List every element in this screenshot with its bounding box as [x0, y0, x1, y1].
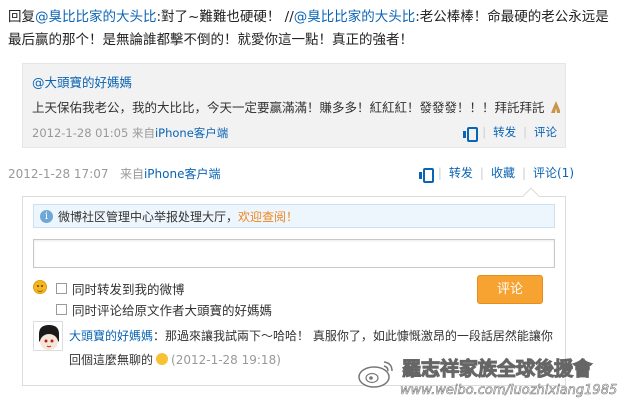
post-timestamp-link[interactable]: 2012-1-28 17:07: [8, 167, 109, 181]
emoticon-picker-icon[interactable]: [33, 280, 47, 294]
forward-option-label: 同时转发到我的微博: [72, 282, 185, 297]
like-icon[interactable]: [418, 167, 434, 183]
reply-prefix: 回复: [8, 9, 35, 25]
separator: |: [479, 165, 484, 180]
notice-text: 微博社区管理中心举报处理大厅，: [58, 209, 239, 224]
quoted-text: 上天保佑我老公，我的大比比，今天一定要赢滿滿！賺多多！紅紅紅！發發發！！！拜託拜…: [32, 97, 560, 116]
emoticon-icon: [156, 353, 169, 365]
watermark-url: www.weibo.com/luozhixiang1985: [400, 383, 618, 399]
comment-input[interactable]: [33, 239, 555, 268]
post-meta: 2012-1-28 17:07 来自iPhone客户端: [8, 165, 220, 182]
avatar-image: [34, 322, 62, 350]
separator: |: [523, 125, 527, 139]
notice-link[interactable]: 欢迎查阅！: [238, 208, 298, 225]
separator: |: [437, 165, 442, 180]
post-text: 回复@臭比比家的大头比:對了~難難也硬硬！ //@臭比比家的大头比:老公棒棒！命…: [8, 6, 614, 52]
quoted-timestamp-link[interactable]: 2012-1-28 01:05: [32, 126, 128, 140]
comment-link[interactable]: 评论(1): [533, 164, 574, 181]
post-source-prefix: 来自: [119, 167, 144, 181]
forward-option[interactable]: 同时转发到我的微博: [56, 279, 185, 298]
forward-link[interactable]: 转发: [449, 164, 473, 181]
comment-author-checkbox[interactable]: [56, 304, 67, 315]
comment-author-option[interactable]: 同时评论给原文作者 大頭寶的好媽媽: [56, 300, 272, 319]
like-icon[interactable]: [463, 126, 479, 142]
panel-pointer: [522, 187, 540, 205]
separator: |: [482, 125, 487, 139]
quoted-forward-link[interactable]: 转发: [493, 124, 516, 140]
quoted-source-prefix: 来自: [131, 126, 155, 140]
comment-author-option-label: 同时评论给原文作者: [72, 303, 185, 318]
post-source-link[interactable]: iPhone客户端: [144, 167, 221, 181]
separator: |: [521, 165, 526, 180]
watermark: 羅志祥家族全球後援會 www.weibo.com/luozhixiang1985: [350, 352, 618, 404]
post-text-part1: :對了~難難也硬硬！ //: [156, 9, 294, 25]
quoted-author-link[interactable]: @大頭寶的好媽媽: [32, 72, 132, 91]
quoted-actions: | 转发 | 评论: [463, 124, 557, 142]
mention-link[interactable]: @臭比比家的大头比: [35, 9, 157, 25]
quoted-comment-link[interactable]: 评论: [534, 124, 557, 140]
info-icon: i: [40, 209, 53, 223]
notice-bar: i 微博社区管理中心举报处理大厅， 欢迎查阅！: [33, 204, 555, 228]
post-actions: | 转发 | 收藏 | 评论(1): [418, 164, 574, 183]
mention-link[interactable]: @臭比比家的大头比: [294, 9, 416, 25]
forward-checkbox[interactable]: [56, 283, 67, 294]
quoted-meta: 2012-1-28 01:05 来自iPhone客户端: [32, 125, 228, 141]
praying-hands-icon: [550, 101, 560, 113]
quoted-post: @大頭寶的好媽媽 上天保佑我老公，我的大比比，今天一定要赢滿滿！賺多多！紅紅紅！…: [22, 63, 566, 148]
quoted-source-link[interactable]: iPhone客户端: [155, 126, 228, 140]
comment-author-link[interactable]: 大頭寶的好媽媽: [69, 329, 153, 343]
comment-timestamp: (2012-1-28 19:18): [171, 353, 281, 367]
avatar[interactable]: [33, 321, 63, 351]
watermark-title: 羅志祥家族全球後援會: [401, 358, 593, 381]
favorite-link[interactable]: 收藏: [491, 164, 515, 181]
submit-comment-button[interactable]: 评论: [477, 275, 543, 304]
comment-author-name: 大頭寶的好媽媽: [184, 303, 273, 318]
weibo-logo-icon: [358, 361, 393, 388]
